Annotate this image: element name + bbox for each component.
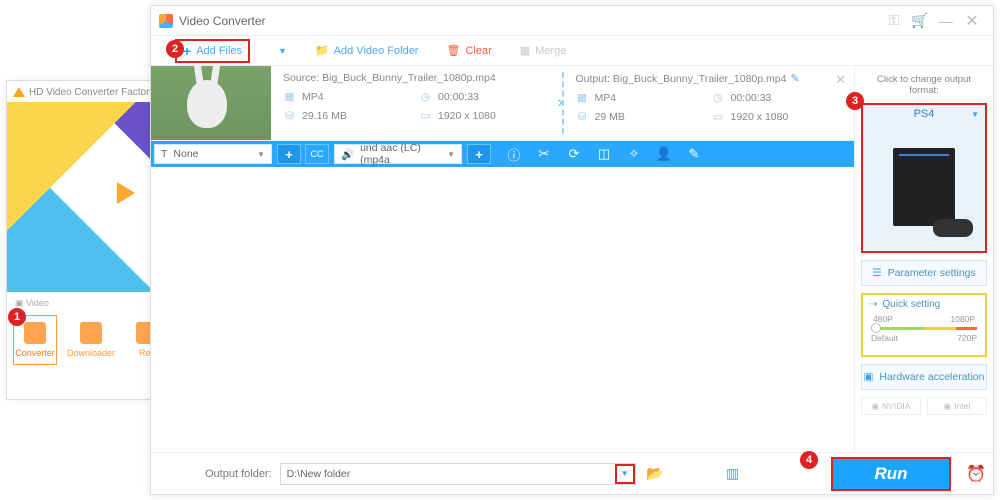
clock-icon: ◷ <box>419 90 432 103</box>
video-thumbnail[interactable] <box>151 66 271 140</box>
hardware-accel-button[interactable]: ▣Hardware acceleration <box>861 364 987 390</box>
close-button[interactable]: ✕ <box>959 11 985 31</box>
add-subtitle-button[interactable]: + <box>277 144 301 164</box>
format-name: PS4 <box>914 108 935 120</box>
subtitle-select[interactable]: T None▼ <box>154 144 272 164</box>
output-panel: Output: Big_Buck_Bunny_Trailer_1080p.mp4… <box>564 66 855 140</box>
dropdown-arrow-icon[interactable]: ▼ <box>278 46 287 56</box>
trash-icon: 🗑 <box>446 44 460 57</box>
cc-button[interactable]: CC <box>305 144 329 164</box>
step-badge-4: 4 <box>800 451 818 469</box>
bolt-icon: ⇢ <box>869 299 877 310</box>
chevron-right-icon: › <box>558 94 563 112</box>
add-audio-button[interactable]: + <box>467 144 491 164</box>
app-logo-icon <box>159 14 173 28</box>
chip-icon: ▣ <box>864 371 874 383</box>
download-icon <box>80 322 102 344</box>
step-badge-1: 1 <box>8 308 26 326</box>
folder-dropdown-button[interactable]: ▼ <box>615 464 635 484</box>
toolbar: +Add Files ▼ 📁Add Video Folder 🗑Clear ▦M… <box>151 36 993 66</box>
resolution-icon: ▭ <box>419 109 432 122</box>
clear-button[interactable]: 🗑Clear <box>446 44 491 57</box>
tile-downloader[interactable]: Downloader <box>69 315 113 365</box>
sliders-icon: ☰ <box>872 267 881 279</box>
step-badge-2: 2 <box>166 40 184 58</box>
parameter-settings-button[interactable]: ☰Parameter settings <box>861 260 987 286</box>
sidebar: Click to change output format: PS4 ▼ ☰Par… <box>855 66 993 452</box>
footer: Output folder: D:\New folder ▼ 📂 ▥ Run ⏰ <box>151 452 993 494</box>
rotate-button[interactable]: ⟳ <box>559 141 589 167</box>
step-badge-3: 3 <box>846 92 864 110</box>
format-icon: ▦ <box>576 91 589 104</box>
add-folder-button[interactable]: 📁Add Video Folder <box>315 44 419 57</box>
minimize-button[interactable]: — <box>933 11 959 31</box>
crop-button[interactable]: ◫ <box>589 141 619 167</box>
content-area: Source: Big_Buck_Bunny_Trailer_1080p.mp4… <box>151 66 855 452</box>
batch-icon[interactable]: ▥ <box>722 465 744 482</box>
source-panel: Source: Big_Buck_Bunny_Trailer_1080p.mp4… <box>271 66 562 140</box>
titlebar: Video Converter ⚿ 🛒 — ✕ <box>151 6 993 36</box>
edit-bar: T None▼ + CC 🔊und aac (LC) (mp4a▼ + ⓘ ✂ … <box>151 141 854 167</box>
speaker-icon: 🔊 <box>341 148 354 161</box>
output-folder-path: D:\New folder <box>281 468 615 480</box>
window-title: Video Converter <box>179 14 266 28</box>
remove-file-button[interactable]: ✕ <box>835 72 846 88</box>
run-button[interactable]: Run <box>831 457 951 491</box>
output-folder-label: Output folder: <box>205 468 272 480</box>
converter-icon <box>24 322 46 344</box>
file-row: Source: Big_Buck_Bunny_Trailer_1080p.mp4… <box>151 66 854 141</box>
format-hint: Click to change output format: <box>861 74 987 96</box>
schedule-button[interactable]: ⏰ <box>959 464 993 484</box>
cart-icon[interactable]: 🛒 <box>907 11 933 31</box>
intel-icon: ◉ <box>944 401 951 412</box>
slider-knob[interactable] <box>871 323 881 333</box>
intel-badge: ◉Intel <box>927 397 987 415</box>
chevron-down-icon: ▼ <box>971 110 979 119</box>
edit-name-icon[interactable]: ✎ <box>790 73 799 85</box>
video-converter-window: Video Converter ⚿ 🛒 — ✕ +Add Files ▼ 📁Ad… <box>150 5 994 495</box>
key-icon[interactable]: ⚿ <box>881 11 907 31</box>
nvidia-icon: ◉ <box>872 401 879 412</box>
add-files-button[interactable]: +Add Files <box>175 39 250 63</box>
resolution-icon: ▭ <box>712 110 725 123</box>
output-folder-input[interactable]: D:\New folder ▼ <box>280 463 636 485</box>
merge-button: ▦Merge <box>520 44 567 57</box>
output-format-box[interactable]: PS4 ▼ <box>861 103 987 253</box>
size-icon: ⛁ <box>576 110 589 123</box>
open-folder-button[interactable]: 📂 <box>644 465 666 482</box>
cut-button[interactable]: ✂ <box>529 141 559 167</box>
audio-select[interactable]: 🔊und aac (LC) (mp4a▼ <box>334 144 462 164</box>
edit-button[interactable]: ✎ <box>679 141 709 167</box>
device-image <box>863 123 985 251</box>
nvidia-badge: ◉NVIDIA <box>861 397 921 415</box>
size-icon: ⛁ <box>283 109 296 122</box>
watermark-button[interactable]: 👤 <box>649 141 679 167</box>
quick-setting-panel: ⇢Quick setting 480P1080P Default720P <box>861 293 987 357</box>
plus-icon: + <box>183 43 191 59</box>
merge-icon: ▦ <box>520 44 530 57</box>
quality-slider[interactable] <box>871 327 977 330</box>
folder-icon: 📁 <box>315 44 329 57</box>
play-icon <box>117 182 135 204</box>
info-button[interactable]: ⓘ <box>499 141 529 167</box>
effects-button[interactable]: ✧ <box>619 141 649 167</box>
format-icon: ▦ <box>283 90 296 103</box>
clock-icon: ◷ <box>712 91 725 104</box>
